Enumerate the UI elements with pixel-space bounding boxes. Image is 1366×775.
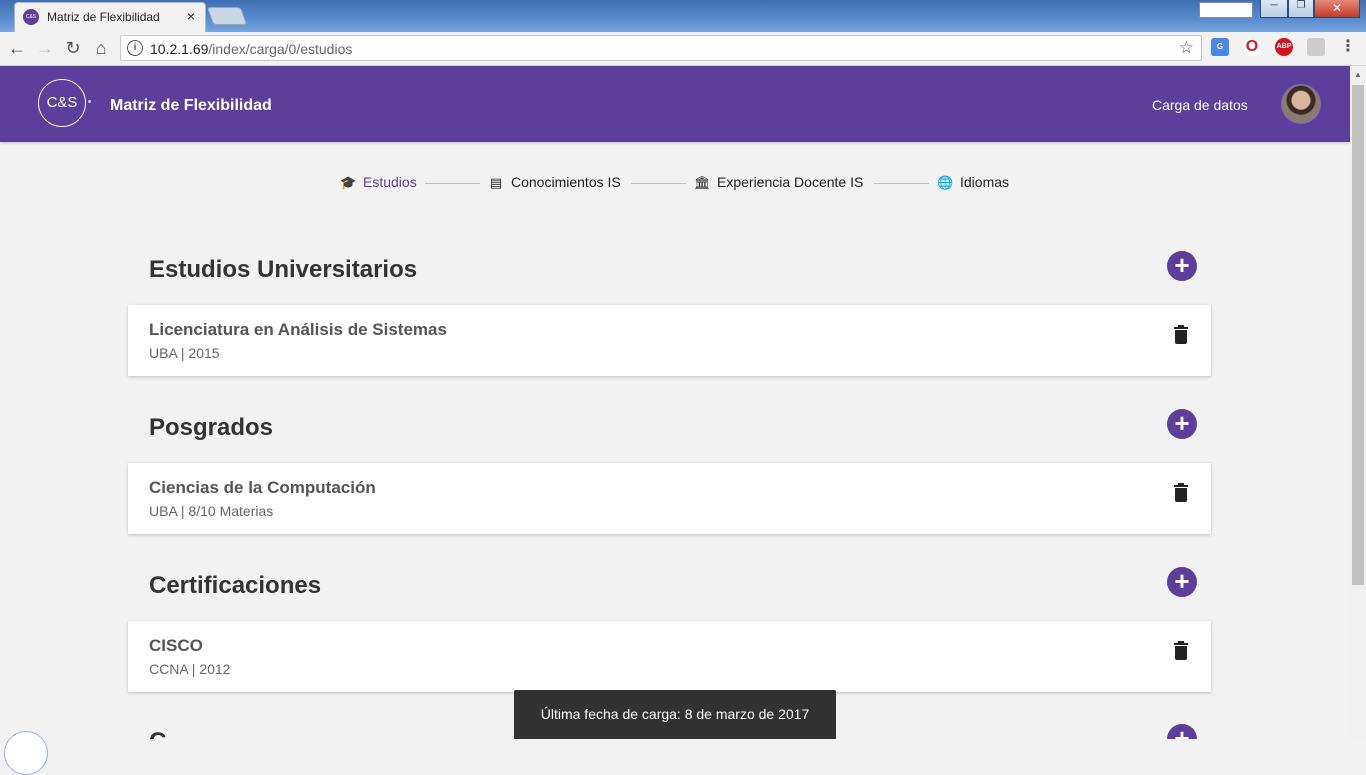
titlebar-blank <box>1199 2 1253 18</box>
step-label: Idiomas <box>960 174 1010 190</box>
logo[interactable]: C&S <box>38 79 86 127</box>
add-posgrado-button[interactable]: + <box>1167 409 1197 439</box>
avatar[interactable] <box>1281 84 1321 124</box>
forward-arrow-icon[interactable]: → <box>34 37 56 59</box>
add-estudio-button[interactable]: + <box>1167 251 1197 281</box>
item-title: Licenciatura en Análisis de Sistemas <box>149 320 447 339</box>
extension-icon[interactable] <box>1307 38 1325 56</box>
list-item: Licenciatura en Análisis de Sistemas UBA… <box>128 305 1211 376</box>
new-tab-button[interactable] <box>206 7 248 25</box>
scrollbar-thumb[interactable] <box>1352 85 1364 585</box>
snackbar: Última fecha de carga: 8 de marzo de 201… <box>514 690 836 739</box>
section-title: C <box>149 728 166 739</box>
page-scrollbar[interactable]: ▲ <box>1350 66 1366 739</box>
browser-tab[interactable]: C&S Matriz de Flexibilidad × <box>14 2 206 32</box>
list-item: CISCO CCNA | 2012 <box>128 621 1211 692</box>
trash-icon[interactable] <box>1174 641 1188 660</box>
tab-title: Matriz de Flexibilidad <box>47 10 160 24</box>
add-section-button[interactable]: + <box>1167 724 1197 739</box>
bookmark-star-icon[interactable]: ☆ <box>1179 38 1194 58</box>
adblock-extension-icon[interactable]: ABP <box>1275 38 1293 56</box>
item-title: CISCO <box>149 636 203 655</box>
step-connector <box>425 183 480 184</box>
globe-icon: 🌐 <box>937 175 954 190</box>
item-subtitle: UBA | 2015 <box>149 345 220 361</box>
graduation-cap-icon: 🎓 <box>340 175 357 190</box>
tab-close-icon[interactable]: × <box>187 8 195 24</box>
item-subtitle: UBA | 8/10 Materias <box>149 503 274 519</box>
step-label: Estudios <box>363 174 417 190</box>
floating-button[interactable] <box>4 731 48 775</box>
step-label: Conocimientos IS <box>511 174 621 190</box>
section-title: Certificaciones <box>149 572 322 599</box>
trash-icon[interactable] <box>1174 325 1188 344</box>
institution-icon: 🏛 <box>694 175 711 190</box>
section-title: Posgrados <box>149 414 274 441</box>
close-window-button[interactable]: ✕ <box>1314 0 1360 18</box>
window-titlebar: C&S Matriz de Flexibilidad × ─ ❐ ✕ <box>0 0 1366 32</box>
step-label: Experiencia Docente IS <box>717 174 864 190</box>
list-item: Ciencias de la Computación UBA | 8/10 Ma… <box>128 463 1211 534</box>
opera-extension-icon[interactable]: O <box>1243 38 1261 56</box>
item-subtitle: CCNA | 2012 <box>149 661 231 677</box>
item-title: Ciencias de la Computación <box>149 478 376 497</box>
home-icon[interactable]: ⌂ <box>90 37 112 59</box>
step-conocimientos[interactable]: ▤ Conocimientos IS <box>488 174 621 191</box>
translate-extension-icon[interactable]: G <box>1211 38 1229 56</box>
message-icon: ▤ <box>489 175 503 190</box>
address-bar[interactable]: i 10.2.1.69/index/carga/0/estudios ☆ <box>120 35 1202 61</box>
menu-dots-icon[interactable]: ⋮ <box>1339 38 1357 56</box>
step-idiomas[interactable]: 🌐 Idiomas <box>937 174 1009 191</box>
info-icon[interactable]: i <box>127 40 143 56</box>
step-connector <box>874 183 929 184</box>
step-estudios[interactable]: 🎓 Estudios <box>340 174 417 191</box>
reload-icon[interactable]: ↻ <box>62 37 84 59</box>
app-header: C&S Matriz de Flexibilidad Carga de dato… <box>0 66 1350 142</box>
add-certificacion-button[interactable]: + <box>1167 567 1197 597</box>
url-text[interactable]: 10.2.1.69/index/carga/0/estudios <box>150 41 352 57</box>
step-connector <box>631 183 686 184</box>
minimize-button[interactable]: ─ <box>1260 0 1288 18</box>
nav-carga-de-datos[interactable]: Carga de datos <box>1152 97 1248 113</box>
maximize-button[interactable]: ❐ <box>1288 0 1314 18</box>
step-experiencia[interactable]: 🏛 Experiencia Docente IS <box>694 174 863 191</box>
scroll-up-icon[interactable]: ▲ <box>1354 70 1362 79</box>
back-arrow-icon[interactable]: ← <box>6 37 28 59</box>
app-title: Matriz de Flexibilidad <box>110 97 272 114</box>
url-path: /index/carga/0/estudios <box>208 41 353 57</box>
browser-toolbar: ← → ↻ ⌂ i 10.2.1.69/index/carga/0/estudi… <box>0 32 1366 66</box>
section-title: Estudios Universitarios <box>149 256 418 283</box>
logo-dot <box>88 100 91 103</box>
url-host: 10.2.1.69 <box>150 41 209 57</box>
favicon-icon: C&S <box>23 9 39 25</box>
trash-icon[interactable] <box>1174 483 1188 502</box>
